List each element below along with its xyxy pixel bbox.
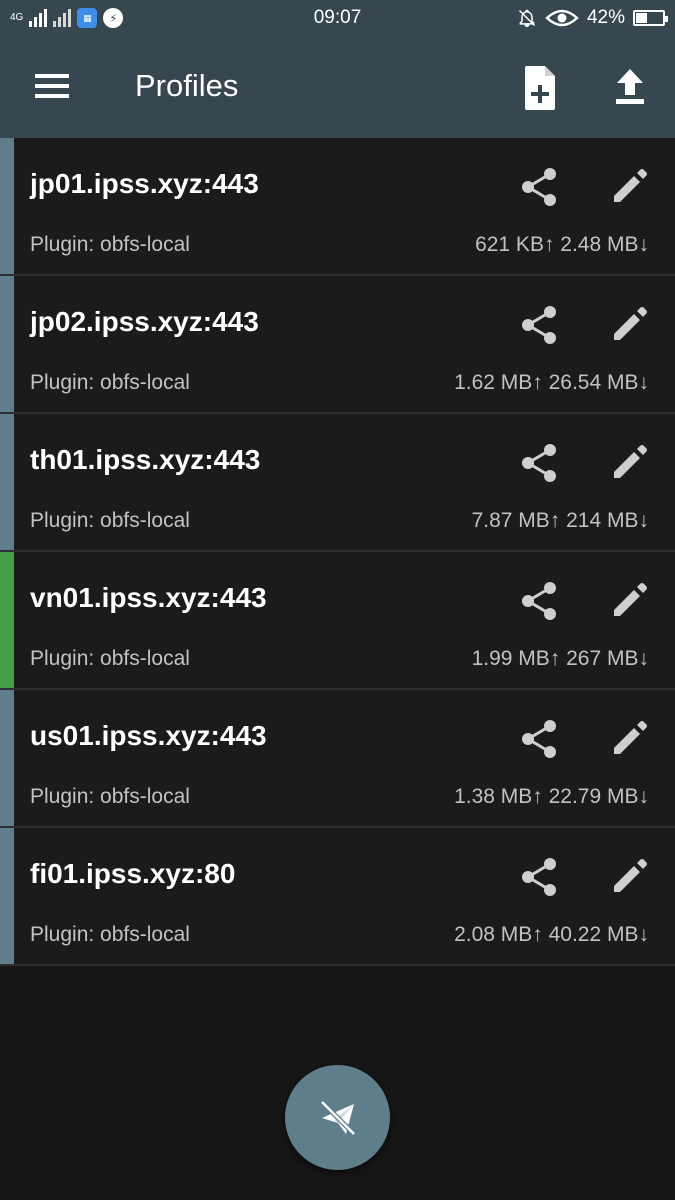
status-bar: 4G ▦ ⚡ 09:07 42%: [0, 0, 675, 35]
edit-icon[interactable]: [608, 166, 650, 208]
profile-status-indicator: [0, 552, 14, 688]
mute-bell-icon: [518, 9, 535, 28]
profile-status-indicator: [0, 828, 14, 964]
battery-percent: 42%: [586, 7, 625, 28]
profile-plugin: Plugin: obfs-local: [30, 509, 190, 532]
profile-name: jp01.ipss.xyz:443: [30, 168, 259, 199]
profile-name: fi01.ipss.xyz:80: [30, 858, 236, 889]
profile-list: jp01.ipss.xyz:443 Plugin: obfs-local 621…: [0, 138, 675, 966]
profile-status-indicator: [0, 414, 14, 550]
profile-traffic: 2.08 MB↑ 40.22 MB↓: [454, 923, 649, 946]
profile-status-indicator: [0, 276, 14, 412]
profile-traffic: 7.87 MB↑ 214 MB↓: [471, 509, 649, 532]
profile-name: jp02.ipss.xyz:443: [30, 306, 259, 337]
profile-traffic: 1.38 MB↑ 22.79 MB↓: [454, 785, 649, 808]
page-title: Profiles: [135, 68, 239, 103]
menu-icon[interactable]: [28, 68, 76, 106]
profile-traffic: 1.62 MB↑ 26.54 MB↓: [454, 371, 649, 394]
edit-icon[interactable]: [608, 304, 650, 346]
profile-row[interactable]: jp02.ipss.xyz:443 Plugin: obfs-local 1.6…: [0, 276, 675, 414]
profile-plugin: Plugin: obfs-local: [30, 785, 190, 808]
profile-status-indicator: [0, 138, 14, 274]
edit-icon[interactable]: [608, 856, 650, 898]
import-upload-icon[interactable]: [600, 63, 660, 113]
paper-plane-off-icon: [319, 1099, 356, 1136]
profile-plugin: Plugin: obfs-local: [30, 647, 190, 670]
profile-plugin: Plugin: obfs-local: [30, 923, 190, 946]
edit-icon[interactable]: [608, 580, 650, 622]
profile-traffic: 1.99 MB↑ 267 MB↓: [471, 647, 649, 670]
profile-plugin: Plugin: obfs-local: [30, 371, 190, 394]
profile-plugin: Plugin: obfs-local: [30, 233, 190, 256]
profile-name: us01.ipss.xyz:443: [30, 720, 267, 751]
status-right: 42%: [517, 6, 668, 30]
battery-icon: [633, 10, 668, 26]
profile-name: vn01.ipss.xyz:443: [30, 582, 267, 613]
edit-icon[interactable]: [608, 442, 650, 484]
share-icon[interactable]: [519, 304, 561, 346]
connect-fab[interactable]: [285, 1065, 390, 1170]
profile-row[interactable]: vn01.ipss.xyz:443 Plugin: obfs-local 1.9…: [0, 552, 675, 690]
profile-traffic: 621 KB↑ 2.48 MB↓: [475, 233, 649, 256]
eye-icon: [545, 9, 579, 27]
profile-row[interactable]: fi01.ipss.xyz:80 Plugin: obfs-local 2.08…: [0, 828, 675, 966]
profile-row[interactable]: jp01.ipss.xyz:443 Plugin: obfs-local 621…: [0, 138, 675, 276]
profile-status-indicator: [0, 690, 14, 826]
profile-name: th01.ipss.xyz:443: [30, 444, 261, 475]
share-icon[interactable]: [519, 856, 561, 898]
share-icon[interactable]: [519, 166, 561, 208]
share-icon[interactable]: [519, 442, 561, 484]
profile-row[interactable]: th01.ipss.xyz:443 Plugin: obfs-local 7.8…: [0, 414, 675, 552]
new-profile-icon[interactable]: [510, 63, 570, 113]
share-icon[interactable]: [519, 718, 561, 760]
share-icon[interactable]: [519, 580, 561, 622]
edit-icon[interactable]: [608, 718, 650, 760]
profile-row[interactable]: us01.ipss.xyz:443 Plugin: obfs-local 1.3…: [0, 690, 675, 828]
app-bar: Profiles: [0, 35, 675, 138]
